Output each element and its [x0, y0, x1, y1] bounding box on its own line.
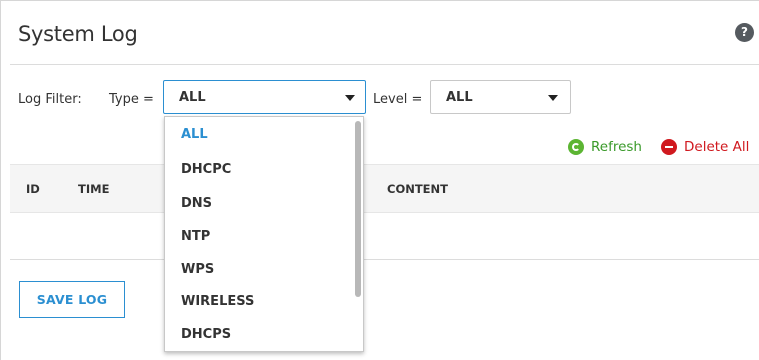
table-bottom-divider — [10, 259, 759, 260]
type-select[interactable]: ALL — [163, 80, 366, 114]
type-select-value: ALL — [179, 90, 206, 105]
title-divider — [10, 64, 759, 65]
column-header-time: TIME — [78, 182, 110, 196]
log-table-header: ID TIME CONTENT — [10, 164, 759, 213]
dropdown-option-wps[interactable]: WPS — [181, 262, 214, 277]
type-label: Type = — [109, 92, 154, 107]
help-icon[interactable]: ? — [735, 23, 754, 42]
dropdown-option-dhcpc[interactable]: DHCPC — [181, 162, 231, 177]
refresh-button[interactable]: Refresh — [568, 138, 642, 156]
caret-down-icon — [548, 95, 558, 101]
minus-circle-icon — [661, 139, 677, 155]
level-select-value: ALL — [446, 90, 473, 105]
log-filter-label: Log Filter: — [18, 92, 82, 107]
save-log-button[interactable]: SAVE LOG — [19, 281, 125, 318]
type-dropdown-list: ALL DHCPC DNS NTP WPS WIRELESS DHCPS — [164, 116, 364, 352]
dropdown-option-all[interactable]: ALL — [181, 127, 208, 142]
column-header-id: ID — [26, 182, 40, 196]
column-header-content: CONTENT — [387, 182, 449, 196]
delete-all-button[interactable]: Delete All — [661, 138, 749, 156]
level-select[interactable]: ALL — [430, 80, 571, 114]
dropdown-option-dns[interactable]: DNS — [181, 196, 212, 211]
page-title: System Log — [18, 22, 138, 46]
delete-all-label: Delete All — [684, 139, 750, 155]
level-label: Level = — [373, 92, 423, 107]
system-log-panel: System Log ? Log Filter: Type = ALL Leve… — [0, 0, 759, 360]
dropdown-option-dhcps[interactable]: DHCPS — [181, 327, 231, 342]
dropdown-scrollbar[interactable] — [355, 121, 361, 297]
dropdown-option-ntp[interactable]: NTP — [181, 229, 210, 244]
refresh-icon — [568, 139, 584, 155]
refresh-label: Refresh — [591, 139, 642, 155]
dropdown-option-wireless[interactable]: WIRELESS — [181, 294, 254, 309]
caret-down-icon — [345, 95, 355, 101]
